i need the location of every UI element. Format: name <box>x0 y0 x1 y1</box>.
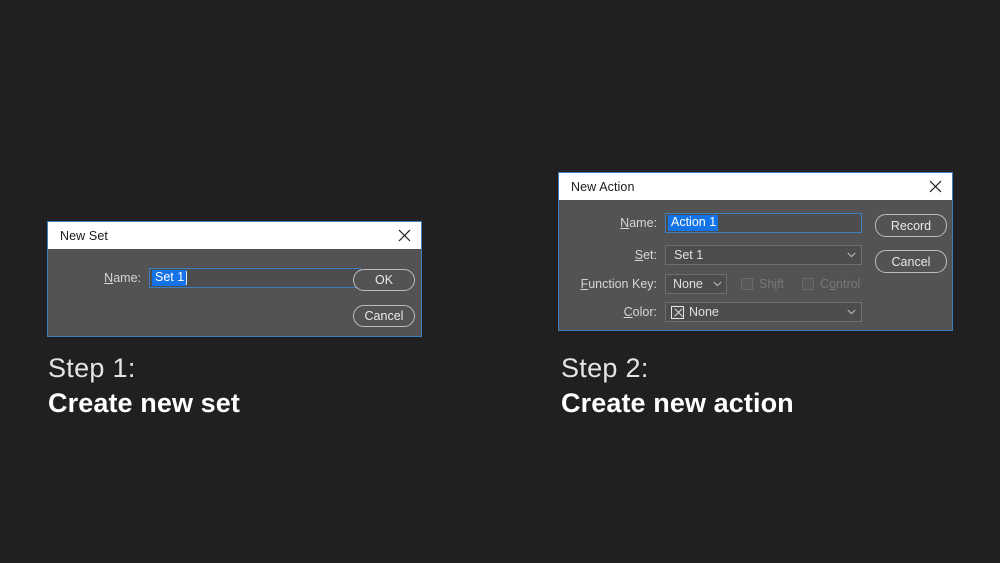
new-action-title: New Action <box>571 180 635 194</box>
name-field-label: Name: <box>559 216 657 230</box>
shift-checkbox-box[interactable] <box>741 278 753 290</box>
record-button[interactable]: Record <box>875 214 947 237</box>
ok-button[interactable]: OK <box>353 269 415 291</box>
chevron-down-icon <box>713 281 722 287</box>
control-checkbox-label: Control <box>820 277 860 291</box>
control-checkbox-box[interactable] <box>802 278 814 290</box>
shift-checkbox[interactable]: Shift <box>741 277 784 291</box>
new-action-titlebar: New Action <box>559 173 952 200</box>
set-field-label: Set: <box>559 248 657 262</box>
step-1-headline: Create new set <box>48 385 240 421</box>
step-2-headline: Create new action <box>561 385 794 421</box>
new-action-set-row: Set: Set 1 <box>559 245 862 265</box>
new-action-color-row: Color: None <box>559 302 862 322</box>
chevron-down-icon <box>847 309 856 315</box>
set-name-input-value: Set 1 <box>152 270 186 286</box>
close-icon[interactable] <box>924 176 946 198</box>
new-set-dialog: New Set Name: Set 1 OK Cancel <box>47 221 422 337</box>
control-checkbox[interactable]: Control <box>802 277 860 291</box>
set-name-input[interactable]: Set 1 <box>149 268 361 288</box>
text-caret <box>186 271 187 285</box>
new-action-function-key-row: Function Key: None Shift Control <box>559 274 860 294</box>
step-2-caption: Step 2: Create new action <box>561 351 794 421</box>
set-select[interactable]: Set 1 <box>665 245 862 265</box>
new-set-body: Name: Set 1 OK Cancel <box>48 249 421 336</box>
step-1-label: Step 1: <box>48 351 240 385</box>
new-set-titlebar: New Set <box>48 222 421 249</box>
no-color-swatch-icon <box>671 306 684 319</box>
new-action-dialog: New Action Name: Action 1 Set: Set 1 <box>558 172 953 331</box>
cancel-button[interactable]: Cancel <box>875 250 947 273</box>
action-name-input[interactable]: Action 1 <box>665 213 862 233</box>
action-name-input-value: Action 1 <box>668 215 718 231</box>
chevron-down-icon <box>847 252 856 258</box>
function-key-select[interactable]: None <box>665 274 727 294</box>
color-field-label: Color: <box>559 305 657 319</box>
set-select-value: Set 1 <box>674 248 703 262</box>
cancel-button[interactable]: Cancel <box>353 305 415 327</box>
shift-checkbox-label: Shift <box>759 277 784 291</box>
color-select-value: None <box>689 305 719 319</box>
name-field-label: Name: <box>48 271 141 285</box>
close-icon[interactable] <box>393 225 415 247</box>
color-select[interactable]: None <box>665 302 862 322</box>
new-action-body: Name: Action 1 Set: Set 1 Function Key: <box>559 200 952 330</box>
function-key-field-label: Function Key: <box>559 277 657 291</box>
new-action-name-row: Name: Action 1 <box>559 213 862 233</box>
step-1-caption: Step 1: Create new set <box>48 351 240 421</box>
step-2-label: Step 2: <box>561 351 794 385</box>
new-set-title: New Set <box>60 229 108 243</box>
function-key-select-value: None <box>673 277 703 291</box>
